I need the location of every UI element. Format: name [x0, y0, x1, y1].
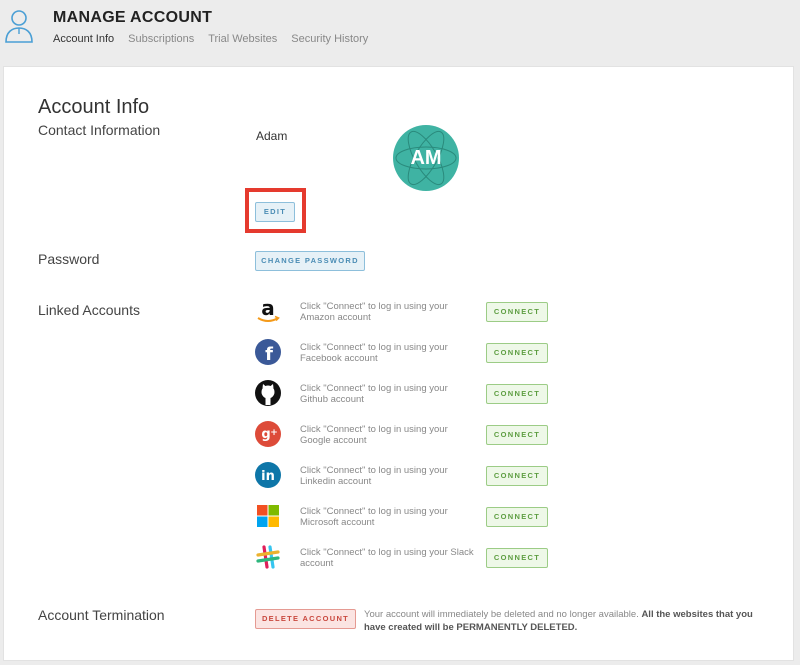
- svg-text:+: +: [270, 428, 278, 438]
- amazon-connect-text: Click "Connect" to log in using your Ama…: [300, 301, 448, 323]
- contact-info-label: Contact Information: [38, 122, 161, 138]
- connect-facebook-button[interactable]: CONNECT: [486, 343, 548, 363]
- tab-security-history[interactable]: Security History: [291, 33, 368, 45]
- section-heading: Account Info: [38, 96, 150, 118]
- slack-icon: [256, 545, 280, 569]
- tab-bar: Account Info Subscriptions Trial Website…: [53, 33, 382, 45]
- page-title: MANAGE ACCOUNT: [53, 9, 213, 26]
- connect-google-button[interactable]: CONNECT: [486, 425, 548, 445]
- svg-text:a: a: [261, 298, 275, 320]
- google-plus-icon: g +: [255, 421, 281, 447]
- github-icon: [255, 380, 281, 406]
- edit-button[interactable]: EDIT: [255, 202, 295, 222]
- change-password-button[interactable]: CHANGE PASSWORD: [255, 251, 365, 271]
- page-header: MANAGE ACCOUNT Account Info Subscription…: [0, 0, 800, 58]
- user-profile-icon: [5, 10, 33, 43]
- connect-slack-button[interactable]: CONNECT: [486, 548, 548, 568]
- delete-account-button[interactable]: DELETE ACCOUNT: [255, 609, 356, 629]
- facebook-icon: f: [255, 339, 281, 365]
- account-termination-label: Account Termination: [38, 607, 165, 623]
- microsoft-connect-text: Click "Connect" to log in using your Mic…: [300, 506, 448, 528]
- slack-connect-text: Click "Connect" to log in using your Sla…: [300, 547, 474, 569]
- tab-trial-websites[interactable]: Trial Websites: [208, 33, 277, 45]
- termination-warning: Your account will immediately be deleted…: [364, 608, 764, 634]
- connect-linkedin-button[interactable]: CONNECT: [486, 466, 548, 486]
- amazon-icon: a: [257, 298, 280, 322]
- svg-text:f: f: [265, 344, 273, 365]
- avatar: AM: [393, 125, 459, 191]
- microsoft-icon: [257, 505, 279, 527]
- termination-warning-text: Your account will immediately be deleted…: [364, 609, 642, 620]
- linkedin-icon: in: [255, 462, 281, 488]
- svg-text:in: in: [261, 469, 275, 484]
- connect-microsoft-button[interactable]: CONNECT: [486, 507, 548, 527]
- github-connect-text: Click "Connect" to log in using your Git…: [300, 383, 448, 405]
- user-name: Adam: [256, 129, 288, 143]
- connect-amazon-button[interactable]: CONNECT: [486, 302, 548, 322]
- tab-account-info[interactable]: Account Info: [53, 33, 114, 45]
- linkedin-connect-text: Click "Connect" to log in using your Lin…: [300, 465, 448, 487]
- connect-github-button[interactable]: CONNECT: [486, 384, 548, 404]
- password-label: Password: [38, 251, 100, 267]
- tab-subscriptions[interactable]: Subscriptions: [128, 33, 194, 45]
- avatar-initials: AM: [410, 147, 442, 169]
- google-connect-text: Click "Connect" to log in using your Goo…: [300, 424, 448, 446]
- linked-accounts-label: Linked Accounts: [38, 302, 140, 318]
- facebook-connect-text: Click "Connect" to log in using your Fac…: [300, 342, 448, 364]
